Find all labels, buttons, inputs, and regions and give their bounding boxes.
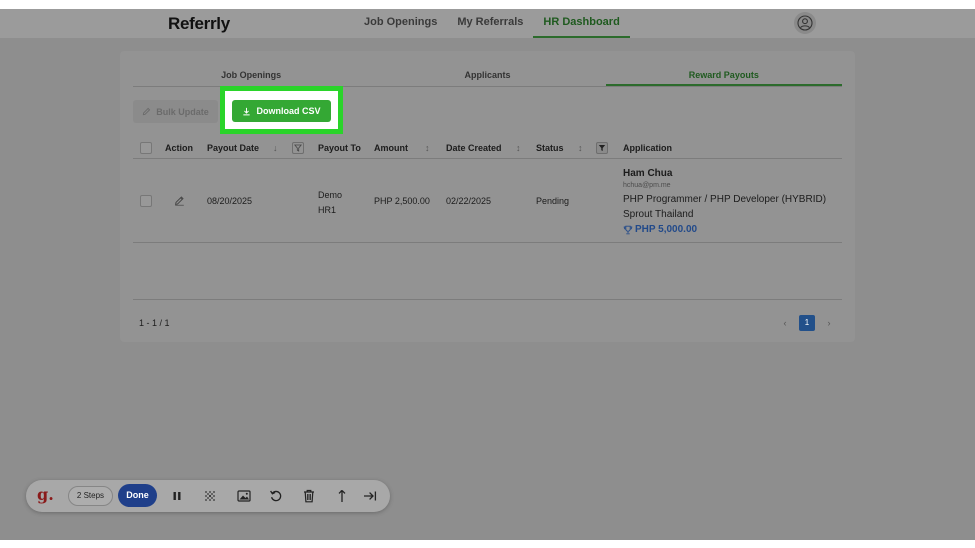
sort-payout-date-icon[interactable]: ↓ xyxy=(273,137,278,159)
pencil-icon xyxy=(175,196,184,206)
payout-date-cell: 08/20/2025 xyxy=(207,196,253,206)
page-1-button[interactable]: 1 xyxy=(799,315,815,331)
top-navbar: Referrly Job Openings My Referrals HR Da… xyxy=(0,9,975,38)
col-application: Application xyxy=(623,143,672,153)
main-nav: Job Openings My Referrals HR Dashboard xyxy=(354,9,630,38)
edit-icon xyxy=(143,107,151,116)
image-icon[interactable] xyxy=(236,488,252,504)
reward-amount-text: PHP 5,000.00 xyxy=(635,224,698,235)
skip-to-end-icon[interactable] xyxy=(362,488,378,504)
row-checkbox[interactable] xyxy=(140,195,152,207)
payouts-table: Action Payout Date ↓ Payout To Amount ↕ … xyxy=(133,137,842,243)
table-row: 08/20/2025 Demo HR1 PHP 2,500.00 02/22/2… xyxy=(133,159,842,243)
recorder-toolbar: g. 2 Steps Done xyxy=(26,480,390,512)
trash-icon[interactable] xyxy=(301,488,317,504)
sort-date-created-icon[interactable]: ↕ xyxy=(516,137,521,159)
undo-icon[interactable] xyxy=(268,488,284,504)
col-action: Action xyxy=(165,143,193,153)
download-csv-button[interactable]: Download CSV xyxy=(232,100,331,122)
nav-job-openings[interactable]: Job Openings xyxy=(354,9,447,38)
nav-hr-dashboard[interactable]: HR Dashboard xyxy=(533,9,630,38)
bulk-update-button[interactable]: Bulk Update xyxy=(133,100,218,123)
download-csv-highlight: Download CSV xyxy=(220,86,343,134)
application-cell: Ham Chua hchua@pm.me PHP Programmer / PH… xyxy=(623,166,826,237)
table-header: Action Payout Date ↓ Payout To Amount ↕ … xyxy=(133,137,842,159)
bulk-update-label: Bulk Update xyxy=(156,106,209,117)
col-amount[interactable]: Amount xyxy=(374,137,408,159)
sort-amount-icon[interactable]: ↕ xyxy=(425,137,430,159)
applicant-name: Ham Chua xyxy=(623,168,673,179)
payout-to-first: Demo xyxy=(318,190,343,200)
payout-to-cell: Demo HR1 xyxy=(318,188,342,218)
filter-payout-date-icon[interactable] xyxy=(292,142,304,154)
done-button[interactable]: Done xyxy=(118,484,157,507)
reward-amount: PHP 5,000.00 xyxy=(623,222,826,237)
job-position: PHP Programmer / PHP Developer (HYBRID) xyxy=(623,194,827,205)
trophy-icon xyxy=(623,225,633,234)
user-menu-button[interactable] xyxy=(794,12,816,34)
prev-page-button[interactable]: ‹ xyxy=(777,315,793,331)
col-payout-date[interactable]: Payout Date xyxy=(207,137,259,159)
tab-reward-payouts[interactable]: Reward Payouts xyxy=(605,65,842,86)
user-avatar-icon xyxy=(797,15,813,31)
select-all-checkbox[interactable] xyxy=(140,142,152,154)
col-payout-to: Payout To xyxy=(318,143,361,153)
nav-my-referrals[interactable]: My Referrals xyxy=(447,9,533,38)
steps-counter[interactable]: 2 Steps xyxy=(68,486,113,506)
sort-status-icon[interactable]: ↕ xyxy=(578,137,583,159)
applicant-email: hchua@pm.me xyxy=(623,182,671,189)
table-footer-divider xyxy=(133,299,842,300)
pause-icon[interactable] xyxy=(169,488,185,504)
edit-payout-button[interactable] xyxy=(174,195,185,208)
col-status[interactable]: Status xyxy=(536,137,564,159)
payout-to-last: HR1 xyxy=(318,205,337,215)
amount-cell: PHP 2,500.00 xyxy=(374,196,430,206)
brand-logo[interactable]: Referrly xyxy=(168,14,230,34)
share-arrow-icon[interactable] xyxy=(334,488,350,504)
next-page-button[interactable]: › xyxy=(821,315,837,331)
blur-icon[interactable] xyxy=(202,488,218,504)
company-name: Sprout Thailand xyxy=(623,209,694,220)
pagination-range: 1 - 1 / 1 xyxy=(139,318,170,328)
dashboard-tabs: Job Openings Applicants Reward Payouts xyxy=(133,65,842,87)
tab-job-openings[interactable]: Job Openings xyxy=(133,65,369,86)
dashboard-card: Job Openings Applicants Reward Payouts B… xyxy=(120,51,855,342)
tab-applicants[interactable]: Applicants xyxy=(369,65,605,86)
download-csv-label: Download CSV xyxy=(256,106,321,116)
filter-status-icon[interactable] xyxy=(596,142,608,154)
status-cell: Pending xyxy=(536,196,570,206)
pagination: ‹ 1 › xyxy=(777,315,837,331)
date-created-cell: 02/22/2025 xyxy=(446,196,492,206)
col-date-created[interactable]: Date Created xyxy=(446,137,502,159)
app-screen: Referrly Job Openings My Referrals HR Da… xyxy=(0,9,975,540)
download-icon xyxy=(243,107,251,115)
recorder-logo[interactable]: g. xyxy=(37,485,54,504)
